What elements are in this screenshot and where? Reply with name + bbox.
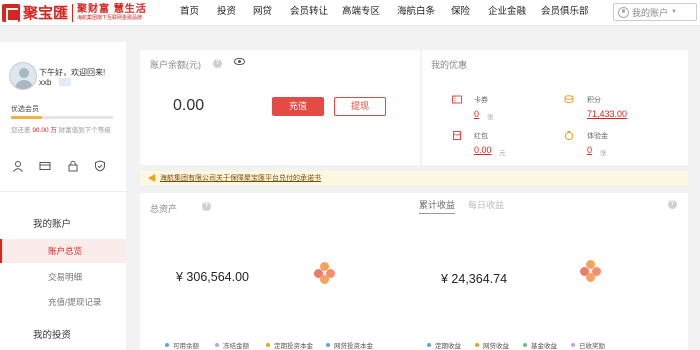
sidebar-item-account-overview[interactable]: 账户总览 <box>0 239 126 263</box>
nav-invest[interactable]: 投资 <box>217 0 253 26</box>
username: xxb <box>39 78 52 87</box>
experience-gold-icon <box>564 131 574 140</box>
level-progress-fill <box>11 116 42 119</box>
recharge-button[interactable]: 充值 <box>272 97 324 116</box>
lock-icon[interactable] <box>67 160 79 172</box>
benefit-experience-gold-unit: 张 <box>600 150 607 157</box>
upgrade-amount: 90.00 万 <box>32 127 57 134</box>
shield-icon[interactable] <box>94 160 106 172</box>
profile-icon[interactable] <box>12 160 24 172</box>
assets-donut-placeholder-icon <box>314 262 336 284</box>
benefit-experience-gold-value[interactable]: 0 <box>587 145 592 155</box>
nav-p2p[interactable]: 网贷 <box>253 0 290 26</box>
my-account-label: 我的账户 <box>632 7 669 18</box>
sidebar: 下午好，欢迎回来! xxb 优选会员 您还差 90.00 万 财富值到下个等级 … <box>0 42 126 350</box>
upgrade-prefix: 您还差 <box>11 127 31 134</box>
benefit-red-packet-unit: 元 <box>499 150 506 157</box>
sidebar-item-transactions[interactable]: 交易明细 <box>0 265 126 289</box>
user-icon <box>618 6 629 18</box>
main-nav: 首页 投资 网贷 会员转让 高端专区 海航白条 保险 企业金融 会员俱乐部 <box>180 0 601 26</box>
legend-fixed-principal: 定期投资本金 <box>266 340 313 350</box>
greeting-text: 下午好，欢迎回来! <box>39 68 106 77</box>
coins-icon <box>564 95 574 104</box>
benefit-points-value[interactable]: 71,433.00 <box>587 109 627 119</box>
legend-available-balance: 可用余额 <box>165 340 199 350</box>
benefit-red-packet-value[interactable]: 0.00 <box>474 145 492 155</box>
balance-value: 0.00 <box>173 97 205 114</box>
sidebar-group-my-account[interactable]: 我的账户 <box>33 216 71 230</box>
avatar[interactable] <box>9 62 37 90</box>
benefit-red-packet-label: 红包 <box>474 133 488 140</box>
assets-card: 总资产 ? 累计收益 每日收益 ? ¥ 306,564.00 ¥ 24,364.… <box>140 193 688 350</box>
withdraw-button[interactable]: 提现 <box>334 97 386 116</box>
legend-p2p-principal: 网贷投资本金 <box>326 340 373 350</box>
benefit-coupon-label: 卡券 <box>474 97 488 104</box>
vip-badge-icon <box>59 78 71 86</box>
eye-icon[interactable] <box>234 58 245 65</box>
balance-label: 账户余额(元) <box>150 60 201 70</box>
brand-name: 聚宝匯 <box>23 4 69 22</box>
tab-cumulative-earnings[interactable]: 累计收益 <box>419 199 456 214</box>
help-icon[interactable]: ? <box>202 202 211 211</box>
benefits-card: 我的优惠 卡券 0 张 积分 71,433.00 红包 0.00 元 体验金 0… <box>422 50 688 165</box>
notice-bar: 海航集团有限公司关于保障聚宝匯平台兑付的承诺书 <box>140 171 688 185</box>
tab-daily-earnings[interactable]: 每日收益 <box>468 199 504 214</box>
benefit-coupon-unit: 张 <box>487 114 494 121</box>
member-level: 优选会员 <box>11 106 39 113</box>
upgrade-suffix: 财富值到下个等级 <box>58 127 111 134</box>
nav-hna-credit[interactable]: 海航白条 <box>397 0 451 26</box>
nav-premium-zone[interactable]: 高端专区 <box>342 0 397 26</box>
help-icon[interactable]: ? <box>668 200 677 209</box>
legend-fixed-earnings: 定期收益 <box>427 340 461 350</box>
nav-member-club[interactable]: 会员俱乐部 <box>541 0 601 26</box>
bank-card-icon[interactable] <box>39 160 51 172</box>
upgrade-tip: 您还差 90.00 万 财富值到下个等级 <box>11 126 117 135</box>
sidebar-divider <box>0 191 126 192</box>
brand-slogan: 聚财富 慧生活 <box>77 3 147 15</box>
benefit-experience-gold-label: 体验金 <box>587 133 608 140</box>
earnings-donut-placeholder-icon <box>580 260 602 282</box>
red-packet-icon <box>453 131 461 140</box>
level-progress-bar <box>11 116 113 119</box>
nav-home[interactable]: 首页 <box>180 0 217 26</box>
nav-corporate-finance[interactable]: 企业金融 <box>488 0 541 26</box>
nav-member-transfer[interactable]: 会员转让 <box>290 0 342 26</box>
brand-logo[interactable]: 聚宝匯 聚财富 慧生活 海航集团旗下互联网金融品牌 <box>2 2 147 23</box>
brand-mark-icon <box>2 3 20 22</box>
benefits-title: 我的优惠 <box>431 60 468 70</box>
top-header: 聚宝匯 聚财富 慧生活 海航集团旗下互联网金融品牌 首页 投资 网贷 会员转让 … <box>0 0 700 26</box>
speaker-icon <box>148 174 155 182</box>
brand-divider <box>72 3 74 22</box>
notice-link[interactable]: 海航集团有限公司关于保障聚宝匯平台兑付的承诺书 <box>160 173 321 183</box>
help-icon[interactable]: ? <box>213 59 222 68</box>
nav-insurance[interactable]: 保险 <box>451 0 488 26</box>
legend-fund-earnings: 基金收益 <box>523 340 557 350</box>
sidebar-group-my-investment[interactable]: 我的投资 <box>33 327 71 341</box>
sidebar-item-recharge-records[interactable]: 充值/提现记录 <box>0 290 126 314</box>
total-assets-value: ¥ 306,564.00 <box>176 270 249 284</box>
ticket-icon <box>452 95 462 104</box>
chevron-down-icon: ▼ <box>671 9 677 15</box>
brand-tagline: 聚财富 慧生活 海航集团旗下互联网金融品牌 <box>77 4 147 22</box>
legend-p2p-earnings: 网贷收益 <box>475 340 509 350</box>
legend-rewards-received: 已收奖励 <box>571 340 605 350</box>
brand-subtitle: 海航集团旗下互联网金融品牌 <box>77 14 143 21</box>
balance-card: 账户余额(元) ? 0.00 充值 提现 <box>140 50 420 165</box>
earnings-value: ¥ 24,364.74 <box>441 272 508 286</box>
my-account-button[interactable]: 我的账户 ▼ <box>613 3 697 21</box>
benefit-coupon-value[interactable]: 0 <box>474 109 479 119</box>
legend-frozen-amount: 冻结金额 <box>215 340 249 350</box>
benefit-points-label: 积分 <box>587 97 601 104</box>
total-assets-label: 总资产 <box>150 204 178 214</box>
